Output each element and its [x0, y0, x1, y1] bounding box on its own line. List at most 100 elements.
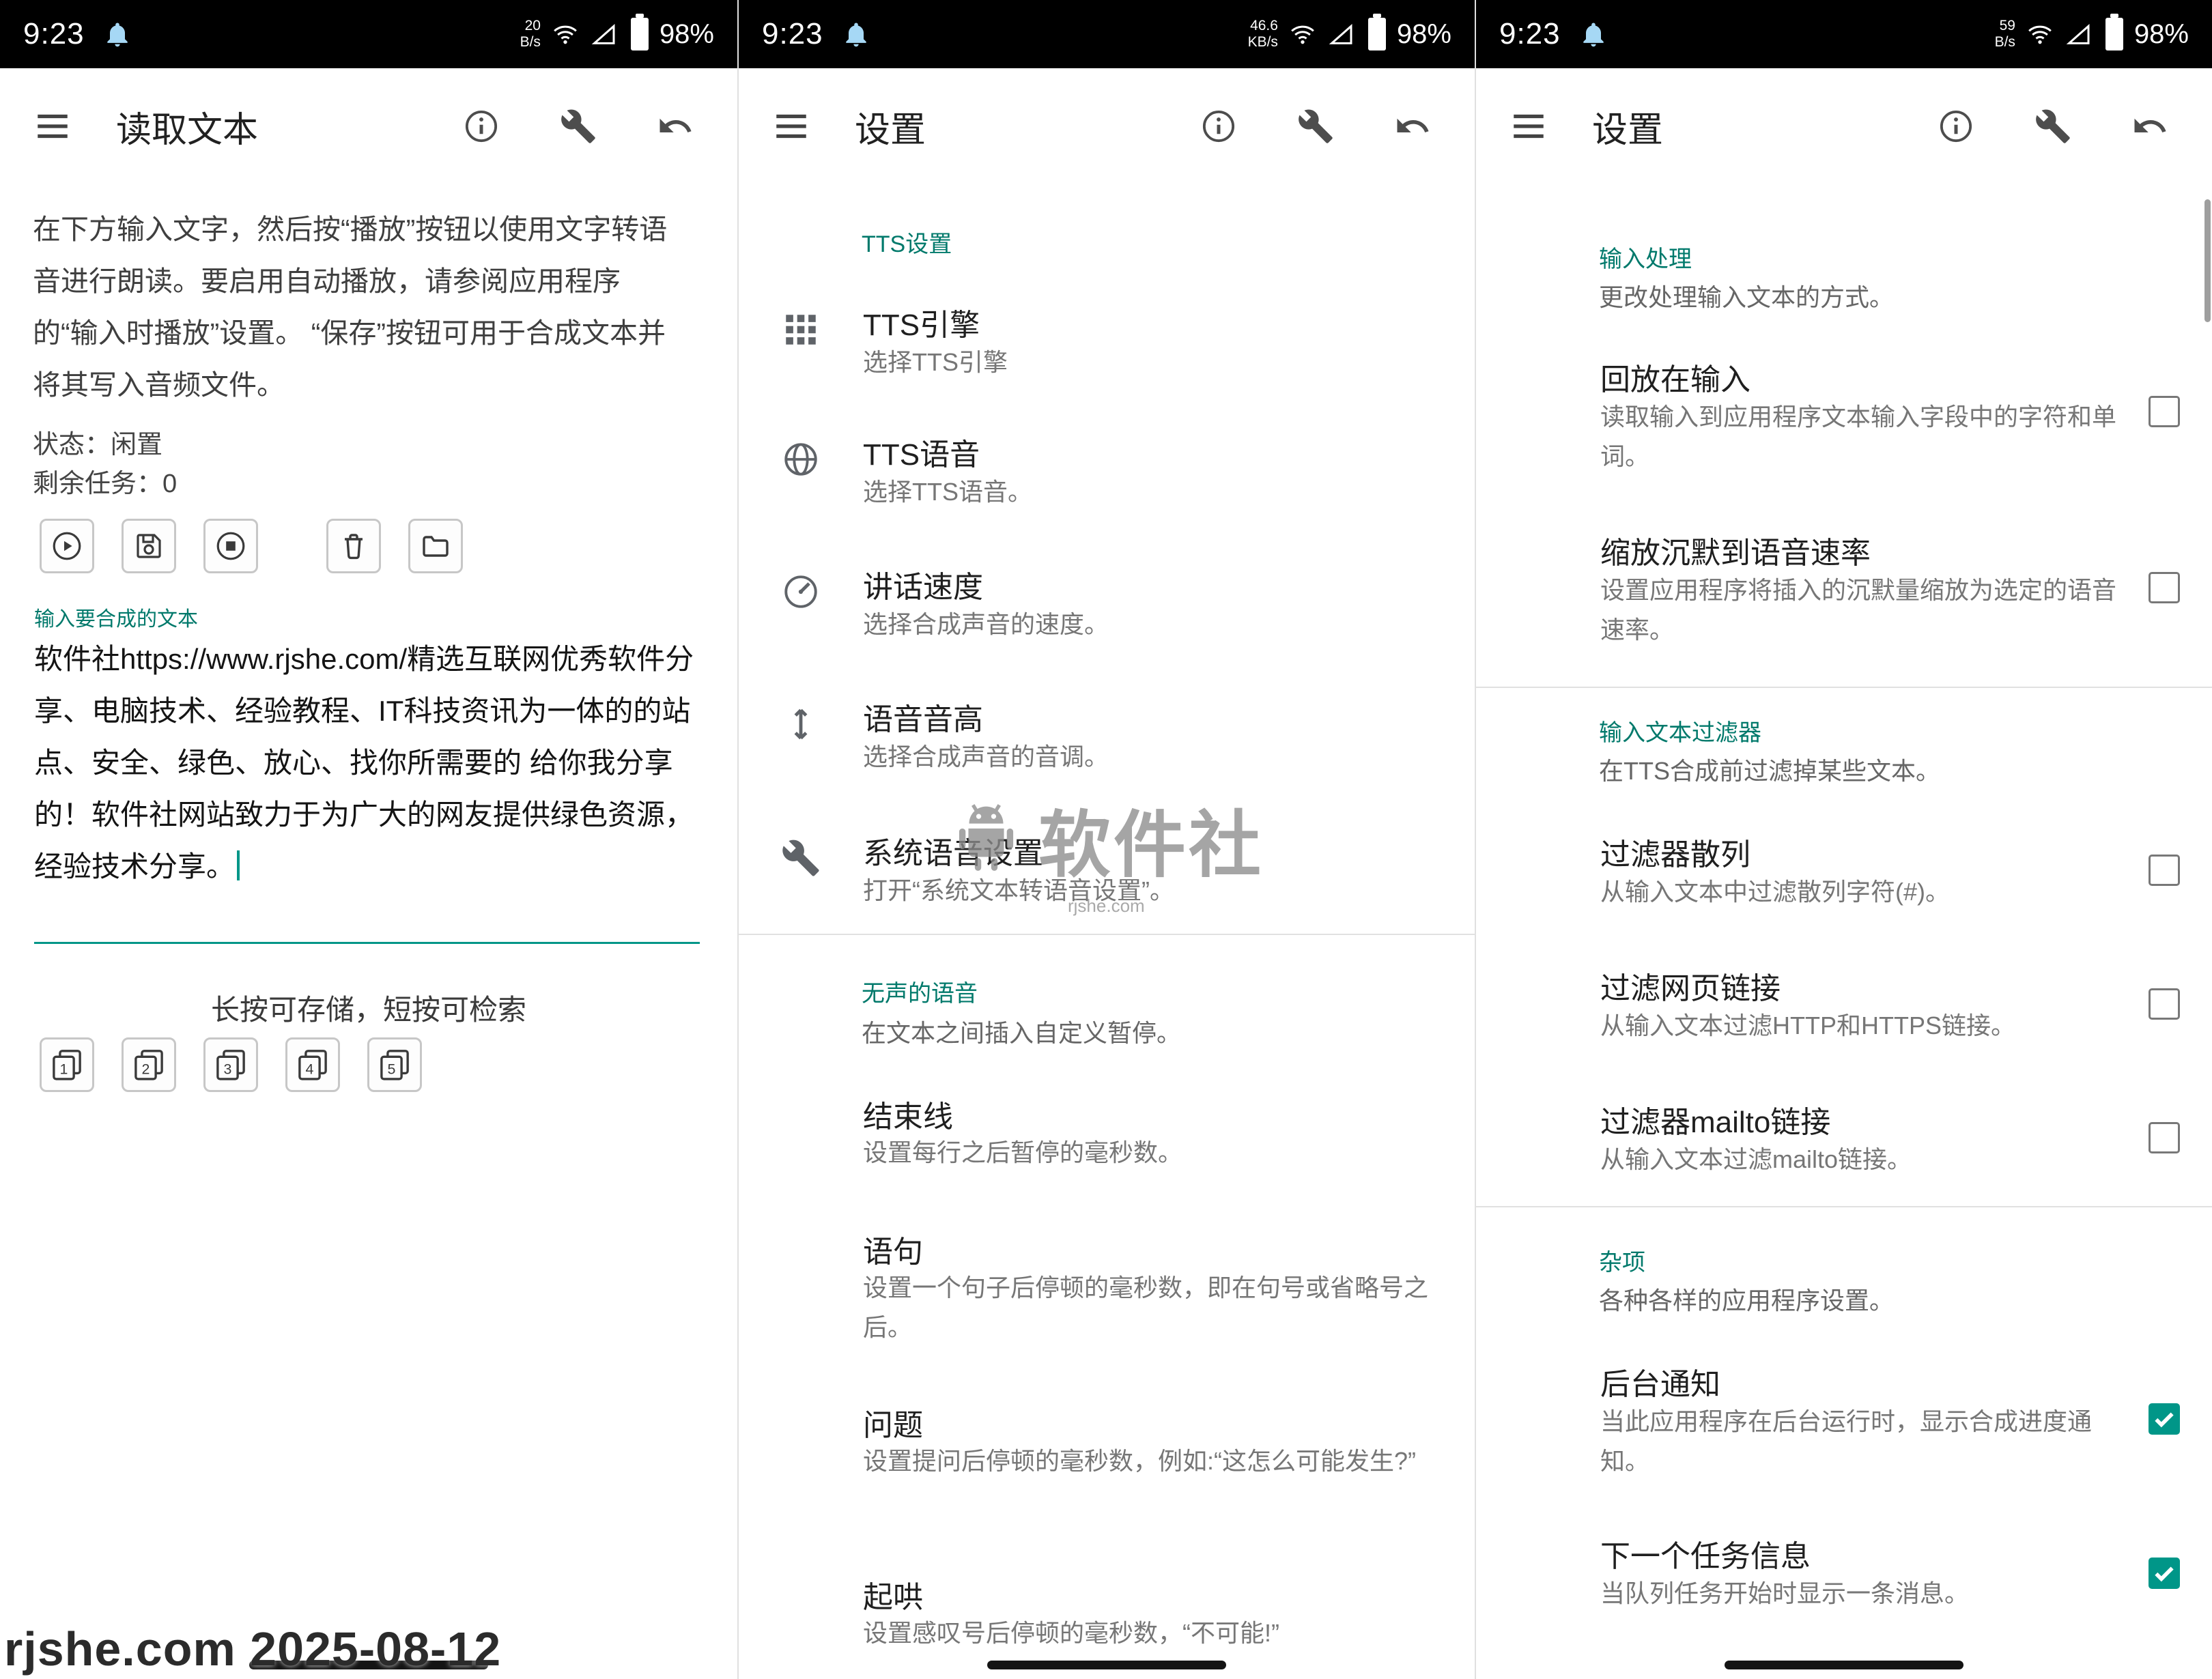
info-icon[interactable]: [1938, 108, 1974, 145]
app-bar: 设置: [1476, 68, 2212, 184]
network-speed: 59 B/s: [1995, 18, 2015, 51]
network-speed-value: 46.6: [1250, 18, 1278, 34]
app-bar: 设置: [739, 68, 1475, 184]
network-speed: 20 B/s: [520, 18, 541, 51]
instructions-text: 在下方输入文字，然后按“播放”按钮以使用文字转语音进行朗读。要启用自动播放，请参…: [33, 203, 678, 411]
pref-tts-engine-subtitle: 选择TTS引擎: [863, 343, 1443, 382]
signal-triangle-icon: [590, 20, 617, 48]
pref-filter-hash-subtitle: 从输入文本中过滤散列字符(#)。: [1600, 872, 2129, 912]
undo-icon[interactable]: [657, 108, 694, 145]
pref-question-subtitle: 设置提问后停顿的毫秒数，例如:“这怎么可能发生?”: [863, 1441, 1443, 1481]
pref-system-tts-title[interactable]: 系统语音设置: [863, 829, 1043, 872]
pref-question-title[interactable]: 问题: [863, 1401, 923, 1444]
pref-sentence-subtitle: 设置一个句子后停顿的毫秒数，即在句号或省略号之后。: [863, 1268, 1443, 1347]
network-speed: 46.6 KB/s: [1248, 18, 1278, 51]
page-title: 设置: [855, 101, 926, 152]
stop-icon: [214, 530, 247, 562]
pref-background-notification-title[interactable]: 后台通知: [1600, 1360, 1720, 1403]
gesture-bar[interactable]: [1725, 1661, 1963, 1669]
undo-icon[interactable]: [1394, 108, 1431, 145]
undo-icon[interactable]: [2131, 108, 2168, 145]
svg-text:1: 1: [60, 1061, 68, 1077]
memory-slots-hint: 长按可存储，短按可检索: [0, 987, 737, 1029]
slot-1-icon: 1: [48, 1046, 85, 1083]
memory-slot-4-button[interactable]: 4: [285, 1037, 340, 1092]
pref-scale-silence-title[interactable]: 缩放沉默到语音速率: [1600, 528, 1871, 572]
wifi-icon: [2026, 20, 2054, 48]
checkbox-filter-mailto[interactable]: [2149, 1122, 2180, 1153]
pref-exclamation-subtitle: 设置感叹号后停顿的毫秒数，“不可能!”: [863, 1613, 1443, 1653]
gauge-icon: [781, 572, 821, 612]
pref-scale-silence-subtitle: 设置应用程序将插入的沉默量缩放为选定的语音速率。: [1600, 571, 2129, 650]
divider: [1476, 687, 2212, 688]
save-button[interactable]: [122, 519, 176, 573]
open-file-button[interactable]: [408, 519, 463, 573]
play-button[interactable]: [40, 519, 94, 573]
globe-icon: [781, 440, 821, 479]
status-time: 9:23: [762, 17, 823, 51]
wifi-icon: [1289, 20, 1316, 48]
signal-triangle-icon: [2065, 20, 2092, 48]
tts-text-input[interactable]: 软件社https://www.rjshe.com/精选互联网优秀软件分享、电脑技…: [34, 633, 700, 944]
pref-speak-while-typing-subtitle: 读取输入到应用程序文本输入字段中的字符和单词。: [1600, 397, 2129, 476]
pref-filter-mailto-subtitle: 从输入文本过滤mailto链接。: [1600, 1140, 2129, 1179]
notification-bell-icon: [841, 19, 871, 49]
pref-speech-rate-subtitle: 选择合成声音的速度。: [863, 605, 1443, 644]
delete-button[interactable]: [326, 519, 381, 573]
battery-icon: [1368, 18, 1386, 51]
pref-filter-hash-title[interactable]: 过滤器散列: [1600, 830, 1750, 874]
battery-percent: 98%: [660, 19, 714, 50]
status-bar: 9:23 46.6 KB/s 98%: [739, 0, 1475, 68]
memory-slot-1-button[interactable]: 1: [40, 1037, 94, 1092]
pref-tts-voice-title[interactable]: TTS语音: [863, 430, 980, 474]
battery-percent: 98%: [2134, 19, 2189, 50]
wrench-icon[interactable]: [2034, 108, 2071, 145]
status-idle-label: 状态：闲置: [33, 426, 177, 465]
pref-tts-engine-title[interactable]: TTS引擎: [863, 300, 980, 344]
checkbox-background-notification[interactable]: [2149, 1403, 2180, 1435]
info-icon[interactable]: [1200, 108, 1237, 145]
input-field-label: 输入要合成的文本: [34, 602, 198, 632]
pref-speech-rate-title[interactable]: 讲话速度: [863, 562, 983, 606]
checkbox-scale-silence[interactable]: [2149, 572, 2180, 603]
pref-sentence-title[interactable]: 语句: [863, 1227, 923, 1271]
pref-speak-while-typing-title[interactable]: 回放在输入: [1600, 355, 1750, 399]
status-time: 9:23: [23, 17, 85, 51]
slot-4-icon: 4: [294, 1046, 331, 1083]
memory-slot-2-button[interactable]: 2: [122, 1037, 176, 1092]
appbar-actions: [1938, 108, 2179, 145]
network-speed-unit: B/s: [520, 34, 541, 51]
stop-button[interactable]: [203, 519, 258, 573]
gesture-bar[interactable]: [987, 1661, 1226, 1669]
save-icon: [132, 530, 165, 562]
checkbox-filter-hash[interactable]: [2149, 855, 2180, 886]
menu-icon[interactable]: [1509, 106, 1548, 146]
svg-text:4: 4: [306, 1061, 314, 1077]
section-header-text-filters: 输入文本过滤器: [1599, 714, 1761, 747]
menu-icon[interactable]: [771, 106, 811, 146]
pref-pitch-title[interactable]: 语音音高: [863, 695, 983, 738]
section-silence-subtitle: 在文本之间插入自定义暂停。: [862, 1014, 1435, 1052]
wrench-icon[interactable]: [1297, 108, 1334, 145]
section-input-processing-subtitle: 更改处理输入文本的方式。: [1599, 278, 2172, 317]
memory-slot-3-button[interactable]: 3: [203, 1037, 258, 1092]
checkbox-next-task-message[interactable]: [2149, 1558, 2180, 1589]
pref-exclamation-title[interactable]: 起哄: [863, 1573, 923, 1616]
pref-filter-mailto-title[interactable]: 过滤器mailto链接: [1600, 1097, 1830, 1141]
pref-end-of-line-title[interactable]: 结束线: [863, 1092, 953, 1136]
trash-icon: [337, 530, 370, 562]
pref-next-task-message-title[interactable]: 下一个任务信息: [1600, 1532, 1811, 1575]
memory-slot-5-button[interactable]: 5: [367, 1037, 422, 1092]
signal-triangle-icon: [1327, 20, 1355, 48]
checkbox-speak-while-typing[interactable]: [2149, 396, 2180, 427]
site-watermark: rjshe.com 2025-08-12: [4, 1622, 501, 1676]
info-icon[interactable]: [463, 108, 500, 145]
network-speed-unit: KB/s: [1248, 34, 1278, 51]
network-speed-value: 59: [2000, 18, 2015, 34]
menu-icon[interactable]: [33, 106, 72, 146]
network-speed-unit: B/s: [1995, 34, 2015, 51]
wrench-icon[interactable]: [560, 108, 597, 145]
scrollbar[interactable]: [2204, 199, 2211, 322]
pref-filter-web-links-title[interactable]: 过滤网页链接: [1600, 964, 1781, 1007]
checkbox-filter-web-links[interactable]: [2149, 988, 2180, 1020]
